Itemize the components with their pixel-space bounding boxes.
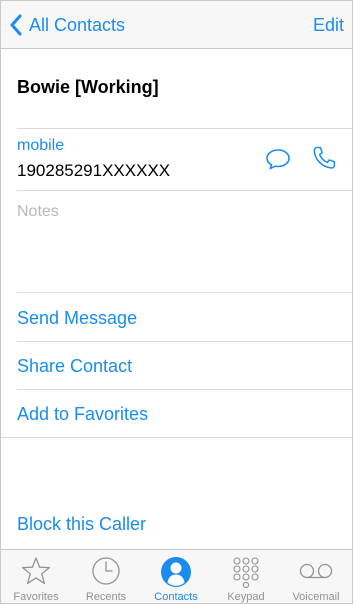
tab-label: Contacts: [154, 591, 198, 603]
send-message-button[interactable]: Send Message: [17, 308, 137, 329]
add-to-favorites-button[interactable]: Add to Favorites: [17, 404, 148, 425]
tab-label: Keypad: [227, 591, 265, 603]
contact-name: Bowie [Working]: [17, 77, 159, 97]
star-icon: [21, 557, 51, 585]
phone-number[interactable]: 190285291XXXXXX: [17, 161, 170, 181]
back-button[interactable]: All Contacts: [9, 11, 125, 39]
tab-voicemail[interactable]: Voicemail: [281, 550, 351, 603]
divider: [17, 292, 352, 293]
phone-icon[interactable]: [311, 145, 337, 171]
tab-keypad[interactable]: Keypad: [211, 550, 281, 603]
clock-icon: [92, 557, 120, 585]
back-button-label: All Contacts: [29, 14, 126, 35]
tab-label: Favorites: [13, 591, 59, 603]
navigation-bar: All Contacts Edit: [1, 1, 352, 49]
voicemail-icon: [299, 563, 333, 579]
phone-type-label: mobile: [17, 137, 65, 154]
tab-favorites[interactable]: Favorites: [1, 550, 71, 603]
edit-button[interactable]: Edit: [313, 15, 344, 36]
tab-contacts[interactable]: Contacts: [141, 550, 211, 603]
message-icon[interactable]: [265, 147, 291, 171]
phone-row[interactable]: mobile 190285291XXXXXX: [1, 129, 352, 191]
person-icon: [161, 557, 191, 587]
contact-detail-screen: All Contacts Edit Bowie [Working] mobile…: [0, 0, 353, 604]
notes-field[interactable]: Notes: [17, 203, 59, 221]
section-divider: [1, 437, 352, 438]
block-caller-button[interactable]: Block this Caller: [17, 514, 146, 535]
tab-recents[interactable]: Recents: [71, 550, 141, 603]
keypad-icon: [233, 557, 259, 588]
divider: [17, 341, 352, 342]
tab-label: Voicemail: [292, 591, 340, 603]
tab-label: Recents: [85, 591, 127, 603]
share-contact-button[interactable]: Share Contact: [17, 356, 132, 377]
chevron-left-icon: [10, 14, 22, 36]
divider: [17, 389, 352, 390]
tab-bar: Favorites Recents Contacts Keypad Voicem…: [1, 549, 352, 603]
divider: [17, 190, 352, 191]
